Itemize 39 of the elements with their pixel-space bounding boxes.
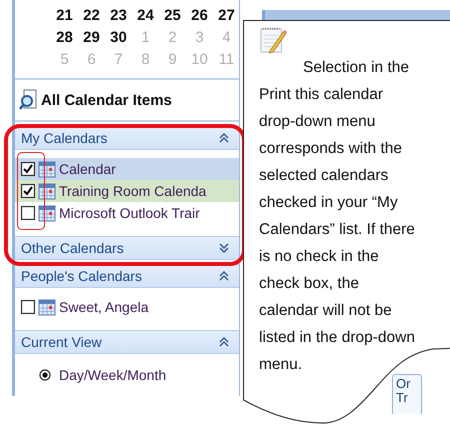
calendar-name: Microsoft Outlook Trair (59, 205, 200, 221)
calendar-icon (38, 204, 56, 222)
calendar-name: Calendar (59, 161, 116, 177)
calendar-day[interactable]: 22 (78, 6, 105, 24)
calendar-day[interactable]: 24 (132, 6, 159, 24)
checkbox[interactable] (21, 184, 35, 198)
section-header[interactable]: Other Calendars (15, 236, 239, 260)
section-header[interactable]: People's Calendars (15, 264, 239, 288)
calendar-day[interactable]: 21 (51, 6, 78, 24)
calendar-day[interactable]: 26 (186, 6, 213, 24)
magnifier-icon (19, 89, 37, 111)
calendar-row[interactable]: Training Room Calenda (15, 180, 239, 202)
calendar-name: Training Room Calenda (59, 183, 206, 199)
collapse-icon[interactable] (219, 271, 229, 281)
notepad-icon (259, 26, 287, 54)
calendar-day[interactable]: 29 (78, 28, 105, 46)
view-tab[interactable]: Or Tr (392, 374, 422, 414)
radio-button[interactable] (39, 369, 51, 381)
calendar-icon (38, 160, 56, 178)
collapse-icon[interactable] (219, 133, 229, 143)
calendar-day[interactable]: 28 (51, 28, 78, 46)
checkbox[interactable] (21, 162, 35, 176)
collapse-icon[interactable] (219, 337, 229, 347)
expand-icon[interactable] (219, 243, 229, 253)
callout-text: Selection in the Print this calendar drop-down menu corresponds with the selected calendars checked in your “My Calendars” list. If there is no check in the check box, the calendar will not be listed in the drop-down menu. (259, 58, 416, 375)
calendar-name: Sweet, Angela (59, 299, 149, 315)
checkbox[interactable] (21, 300, 35, 314)
calendar-icon (38, 182, 56, 200)
calendar-day[interactable]: 27 (213, 6, 240, 24)
calendar-row[interactable]: Calendar (15, 158, 239, 180)
section-header[interactable]: My Calendars (15, 126, 239, 150)
section-header[interactable]: Current View (15, 330, 239, 354)
calendar-day[interactable]: 30 (105, 28, 132, 46)
calendar-day[interactable]: 23 (105, 6, 132, 24)
all-calendar-items-link[interactable]: All Calendar Items (41, 92, 172, 108)
checkbox[interactable] (21, 206, 35, 220)
view-option[interactable]: Day/Week/Month (15, 362, 239, 388)
calendar-icon (38, 298, 56, 316)
calendar-day[interactable]: 25 (159, 6, 186, 24)
